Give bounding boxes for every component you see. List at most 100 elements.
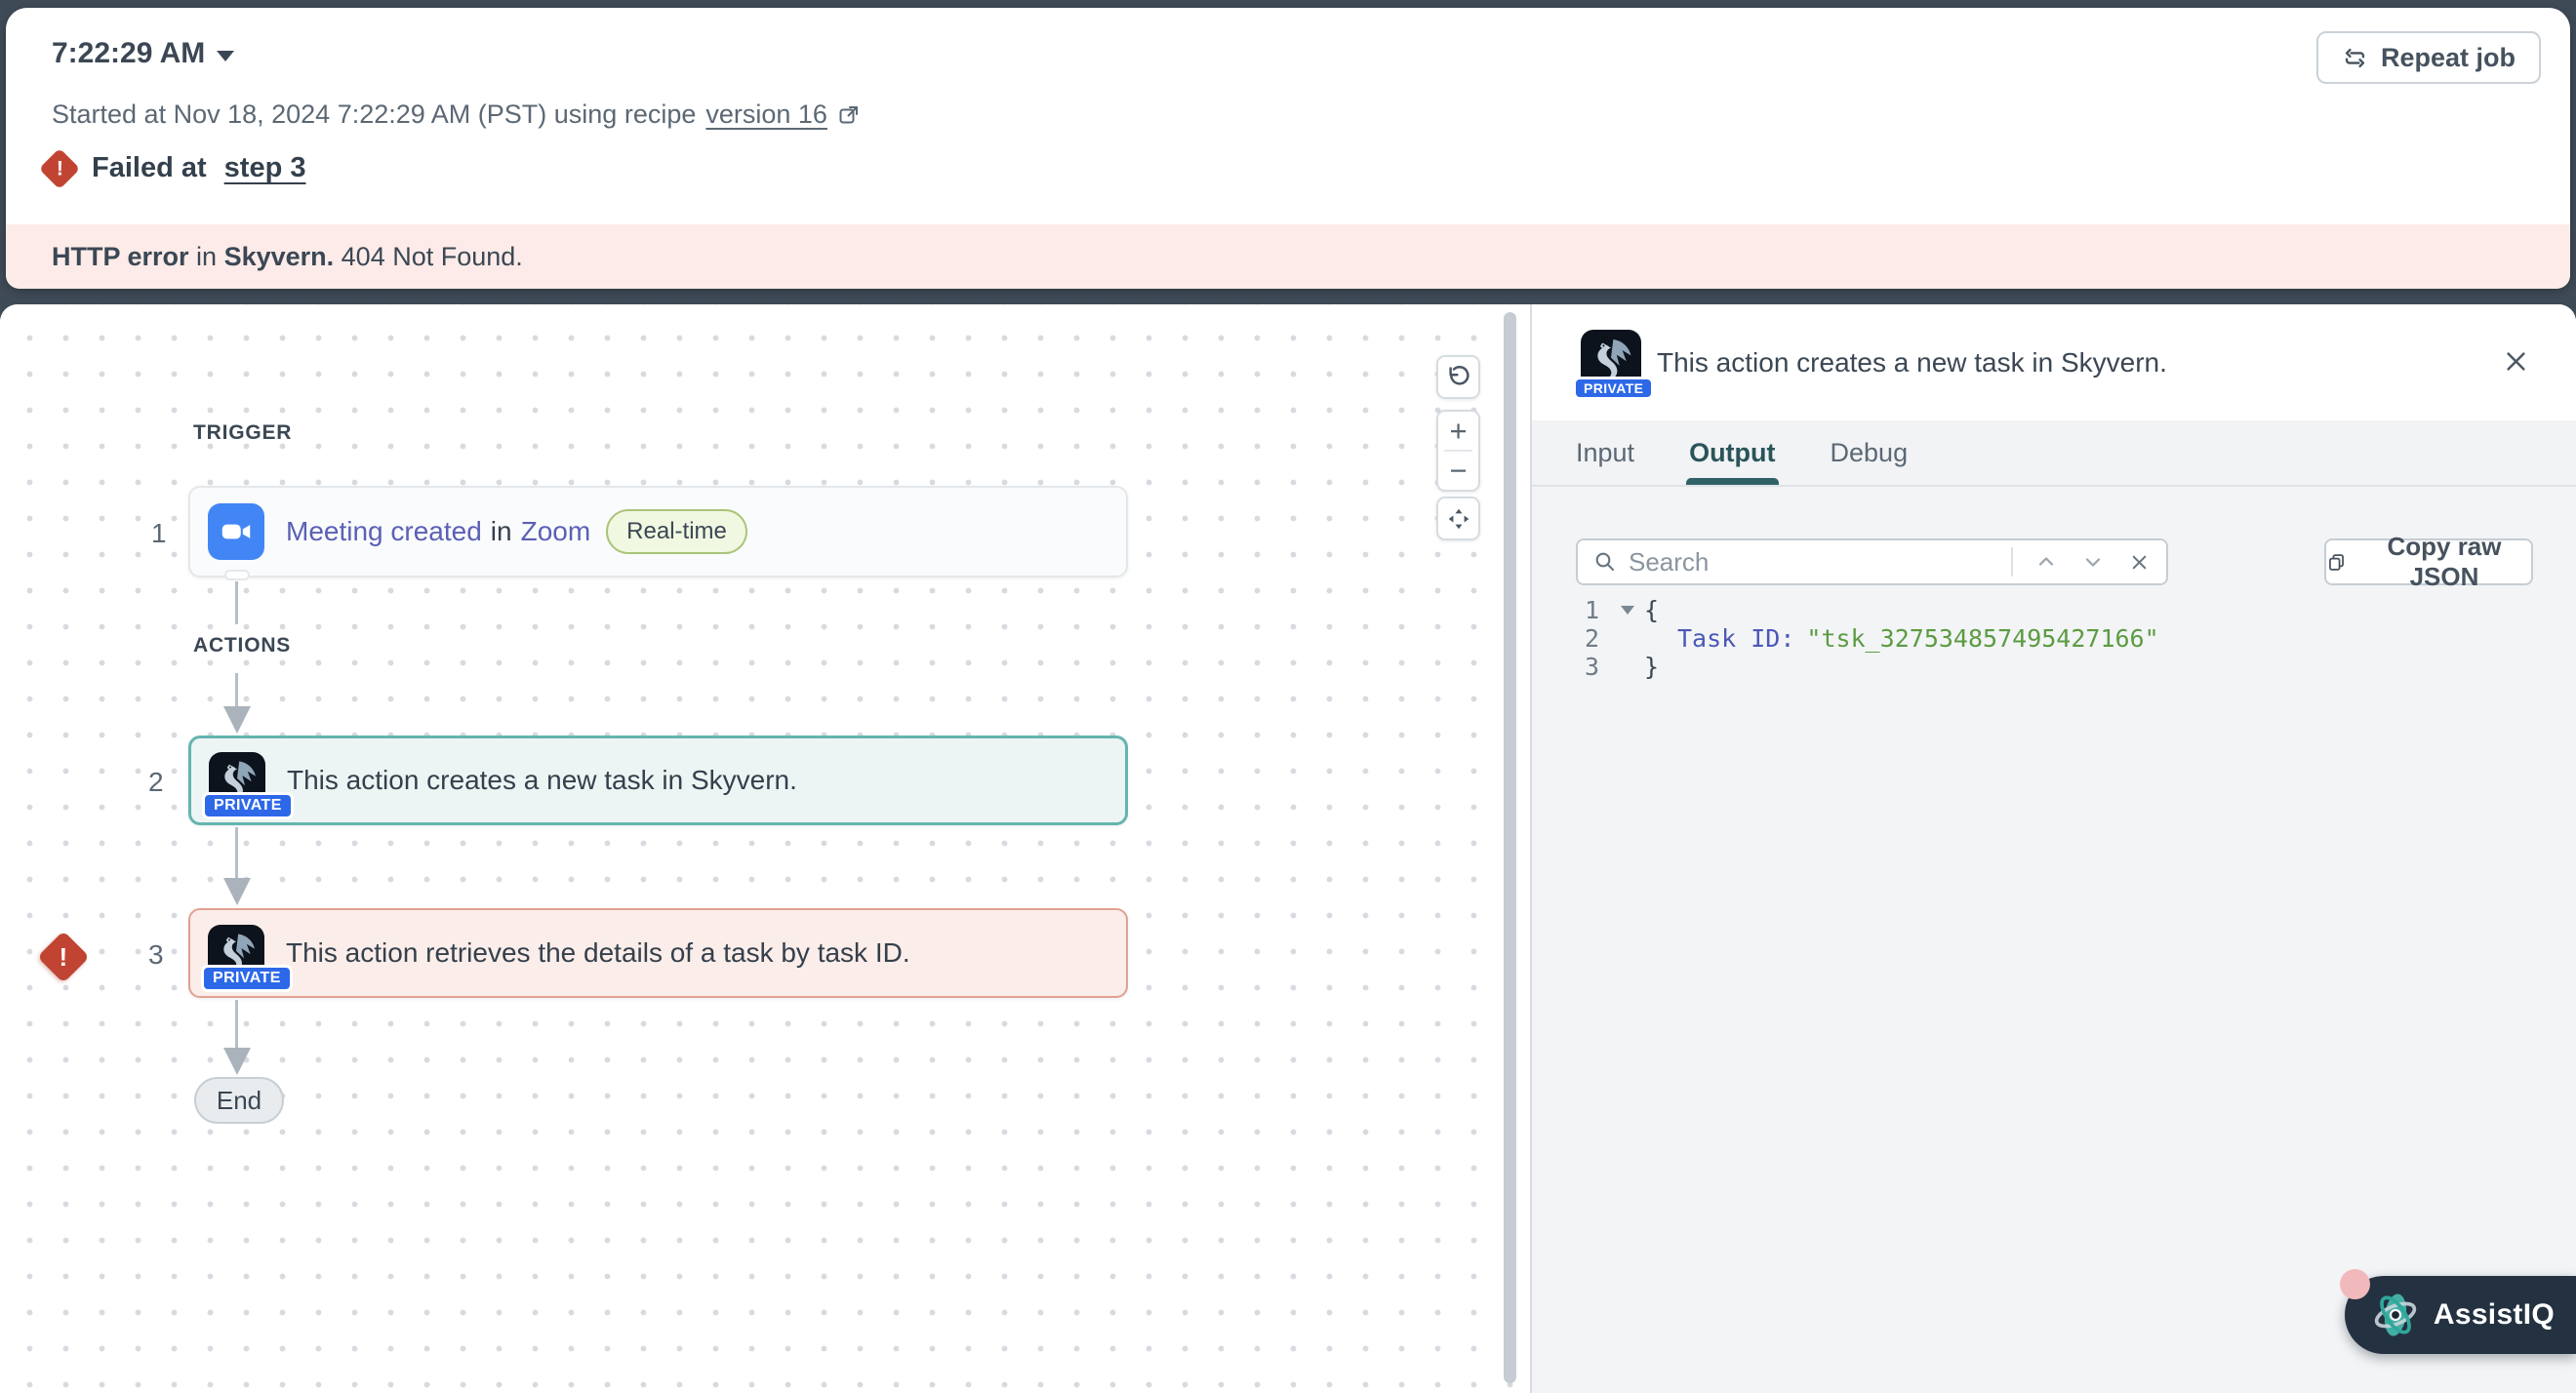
close-icon [2128, 551, 2151, 574]
job-time-dropdown[interactable]: 7:22:29 AM [52, 37, 234, 70]
job-status-line: ! Failed at step 3 [45, 152, 305, 184]
tab-debug[interactable]: Debug [1831, 420, 1909, 485]
pan-fit-icon [1445, 505, 1472, 533]
chevron-up-icon [2034, 550, 2058, 574]
search-controls [2011, 547, 2151, 577]
copy-raw-json-button[interactable]: Copy raw JSON [2324, 538, 2533, 585]
error-banner-app: Skyvern. [224, 242, 335, 272]
search-next-button[interactable] [2081, 550, 2105, 574]
recipe-version-link[interactable]: version 16 [705, 100, 827, 130]
workflow-canvas[interactable]: TRIGGER 1 Meeting created in Zoom Real-t… [0, 304, 1530, 1393]
connector-line-1 [235, 581, 238, 624]
action-3-title: This action retrieves the details of a t… [286, 937, 910, 969]
copy-raw-json-label: Copy raw JSON [2357, 532, 2531, 592]
step-2-number: 2 [148, 767, 164, 798]
search-icon [1593, 550, 1617, 574]
zoom-controls: + − [1436, 410, 1480, 492]
tab-debug-label: Debug [1831, 438, 1909, 468]
line-number: 2 [1576, 624, 1599, 653]
step-details-panel: PRIVATE This action creates a new task i… [1530, 304, 2576, 1393]
error-banner-detail: 404 Not Found. [334, 242, 523, 272]
notification-dot [2340, 1269, 2370, 1299]
active-tab-underline [1686, 478, 1778, 485]
connector-line-3 [235, 827, 238, 878]
job-started-line: Started at Nov 18, 2024 7:22:29 AM (PST)… [52, 100, 861, 130]
json-key: Task ID: [1677, 624, 1794, 653]
chevron-down-icon [2081, 550, 2105, 574]
json-line: 3 } [1576, 653, 2159, 681]
line-number: 3 [1576, 653, 1599, 681]
step-3-number: 3 [148, 939, 164, 971]
rotate-ccw-icon [1445, 364, 1471, 390]
json-line: 2 Task ID: "tsk_327534857495427166" [1576, 624, 2159, 653]
job-time: 7:22:29 AM [52, 37, 205, 70]
json-open-brace: { [1644, 596, 1659, 624]
repeat-icon [2342, 45, 2368, 71]
line-number: 1 [1576, 596, 1599, 624]
realtime-badge: Real-time [606, 509, 747, 554]
json-output-viewer: 1 { 2 Task ID: "tsk_327534857495427166" 3… [1576, 596, 2159, 681]
error-banner-text: in [189, 242, 224, 272]
json-value: "tsk_327534857495427166" [1806, 624, 2158, 653]
assistiq-label: AssistIQ [2434, 1298, 2555, 1332]
copy-icon [2326, 551, 2347, 574]
tab-output[interactable]: Output [1689, 420, 1775, 485]
error-banner-bold: HTTP error [52, 242, 189, 272]
external-link-icon[interactable] [837, 103, 861, 127]
zoom-in-button[interactable]: + [1438, 412, 1478, 450]
step-1-number: 1 [151, 518, 167, 549]
failed-text: Failed at [92, 152, 207, 184]
connector-arrow-1 [223, 706, 251, 734]
connector-arrow-3 [223, 1048, 251, 1075]
started-text: Started at Nov 18, 2024 7:22:29 AM (PST)… [52, 100, 696, 130]
reset-view-button[interactable] [1436, 355, 1480, 399]
trigger-node-zoom-meeting-created[interactable]: Meeting created in Zoom Real-time [188, 486, 1128, 577]
trigger-in-text: in [491, 516, 512, 547]
panel-tab-bar: Input Output Debug [1532, 420, 2576, 487]
search-prev-button[interactable] [2034, 550, 2058, 574]
atom-icon [2370, 1290, 2421, 1340]
job-detail-body: TRIGGER 1 Meeting created in Zoom Real-t… [0, 304, 2576, 1393]
trigger-node-title: Meeting created in Zoom [286, 516, 590, 547]
json-search-box [1576, 538, 2168, 585]
repeat-job-label: Repeat job [2381, 43, 2516, 73]
private-badge: PRIVATE [1573, 377, 1654, 400]
trigger-event-text: Meeting created [286, 516, 482, 547]
job-header-card: 7:22:29 AM Started at Nov 18, 2024 7:22:… [6, 8, 2570, 289]
error-banner: HTTP error in Skyvern. 404 Not Found. [6, 224, 2570, 289]
tab-input[interactable]: Input [1576, 420, 1634, 485]
repeat-job-button[interactable]: Repeat job [2316, 31, 2541, 84]
tab-input-label: Input [1576, 438, 1634, 468]
canvas-scrollbar[interactable] [1504, 312, 1516, 1383]
action-3-text: This action retrieves the details of a t… [286, 937, 910, 969]
connector-arrow-2 [223, 878, 251, 905]
output-tab-content: Copy raw JSON 1 { 2 Task ID: "tsk_3275348… [1532, 487, 2576, 1393]
panel-title: This action creates a new task in Skyver… [1657, 347, 2167, 378]
json-kv-pair: Task ID: "tsk_327534857495427166" [1644, 624, 2159, 653]
failed-step-link[interactable]: step 3 [224, 152, 306, 184]
action-2-title: This action creates a new task in Skyver… [287, 765, 797, 796]
action-node-create-task-selected[interactable]: PRIVATE This action creates a new task i… [188, 736, 1128, 825]
assistiq-widget[interactable]: AssistIQ [2345, 1276, 2576, 1354]
private-badge: PRIVATE [201, 965, 293, 992]
private-badge: PRIVATE [202, 792, 294, 819]
fit-view-button[interactable] [1436, 497, 1480, 540]
search-clear-button[interactable] [2128, 551, 2151, 574]
action-2-text: This action creates a new task in Skyver… [287, 765, 797, 796]
end-node[interactable]: End [194, 1077, 284, 1124]
trigger-section-label: TRIGGER [193, 421, 292, 445]
trigger-app-link[interactable]: Zoom [521, 516, 591, 547]
search-input[interactable] [1629, 547, 1999, 577]
step-error-marker-icon: ! [37, 931, 90, 983]
action-node-get-task-error[interactable]: PRIVATE This action retrieves the detail… [188, 908, 1128, 998]
close-icon [2503, 348, 2529, 375]
connector-line-2 [235, 673, 238, 706]
json-close-brace: } [1644, 653, 1659, 681]
connector-line-4 [235, 1000, 238, 1048]
error-diamond-icon: ! [39, 147, 80, 188]
zoom-app-icon [208, 503, 264, 560]
collapse-caret-icon[interactable] [1621, 606, 1634, 615]
panel-header: PRIVATE This action creates a new task i… [1532, 304, 2576, 420]
zoom-out-button[interactable]: − [1438, 452, 1478, 490]
close-panel-button[interactable] [2498, 343, 2533, 378]
